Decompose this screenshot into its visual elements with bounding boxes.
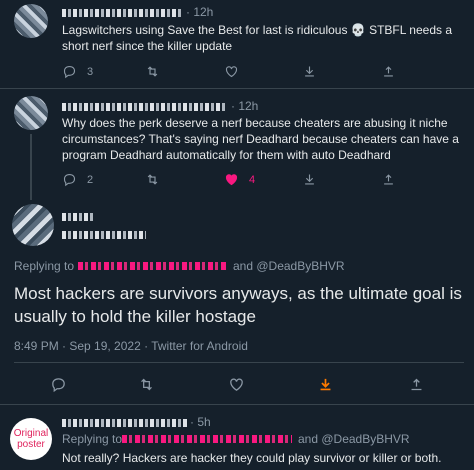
- like-button[interactable]: 4: [224, 172, 255, 187]
- reply-button[interactable]: 2: [62, 172, 93, 187]
- tweet-time: · 12h: [231, 99, 259, 113]
- censored-username: [62, 419, 187, 427]
- tweet-actions: 2 4: [0, 172, 474, 190]
- mention-link[interactable]: and @DeadByBHVR: [298, 432, 410, 446]
- avatar[interactable]: [14, 4, 48, 38]
- reply-icon: [52, 378, 65, 393]
- share-icon: [305, 66, 314, 77]
- censored-mention[interactable]: [122, 435, 292, 443]
- censored-mention[interactable]: [78, 262, 226, 270]
- share-button[interactable]: [302, 64, 317, 79]
- tweet-time: · 5h: [190, 415, 211, 429]
- analytics-icon: [384, 174, 393, 185]
- reply-text: Not really? Hackers are hacker they coul…: [62, 451, 442, 465]
- like-icon: [225, 66, 238, 78]
- divider: [0, 88, 474, 89]
- like-button[interactable]: [228, 376, 245, 393]
- like-count: 4: [249, 173, 256, 186]
- share-icon: [320, 378, 331, 391]
- replying-to: Replying to: [14, 259, 74, 273]
- reply-count: 2: [87, 173, 94, 186]
- like-icon: [230, 378, 243, 391]
- avatar[interactable]: [14, 96, 48, 130]
- analytics-icon: [384, 66, 393, 77]
- tweet-text: Lagswitchers using Save the Best for las…: [62, 23, 453, 53]
- retweet-icon: [141, 378, 152, 391]
- mention-link[interactable]: and @DeadByBHVR: [233, 259, 345, 273]
- original-poster-badge: Original poster: [10, 418, 52, 460]
- like-button[interactable]: [224, 64, 239, 79]
- censored-handle: [62, 231, 146, 239]
- main-tweet-text: Most hackers are survivors anyways, as t…: [14, 284, 462, 326]
- retweet-button[interactable]: [145, 172, 160, 187]
- censored-username: [62, 103, 227, 111]
- analytics-icon: [411, 378, 422, 391]
- divider: [14, 362, 464, 363]
- like-icon: [225, 174, 238, 186]
- analytics-button[interactable]: [381, 64, 396, 79]
- main-tweet-actions: [0, 376, 474, 394]
- share-button[interactable]: [317, 376, 334, 393]
- censored-username: [62, 9, 182, 17]
- censored-username: [62, 213, 94, 221]
- reply-button[interactable]: [50, 376, 67, 393]
- retweet-button[interactable]: [138, 376, 155, 393]
- replying-to-label: Replying to: [62, 432, 123, 446]
- retweet-button[interactable]: [145, 64, 160, 79]
- tweet-actions: 3: [0, 64, 474, 82]
- reply-icon: [63, 65, 76, 79]
- tweet-timestamp[interactable]: 8:49 PM · Sep 19, 2022 · Twitter for And…: [14, 339, 248, 353]
- retweet-icon: [147, 174, 158, 185]
- divider: [0, 404, 474, 405]
- share-icon: [305, 174, 314, 185]
- thread-line: [30, 134, 32, 200]
- reply-count: 3: [87, 65, 94, 78]
- replying-to-label: Replying to: [14, 259, 75, 273]
- tweet-text: Why does the perk deserve a nerf because…: [62, 116, 459, 162]
- avatar[interactable]: [12, 204, 54, 246]
- replying-to: Replying to: [62, 432, 122, 446]
- reply-icon: [63, 173, 76, 187]
- reply-button[interactable]: 3: [62, 64, 93, 79]
- analytics-button[interactable]: [408, 376, 425, 393]
- retweet-icon: [147, 66, 158, 77]
- tweet-time: · 12h: [186, 5, 214, 19]
- analytics-button[interactable]: [381, 172, 396, 187]
- share-button[interactable]: [302, 172, 317, 187]
